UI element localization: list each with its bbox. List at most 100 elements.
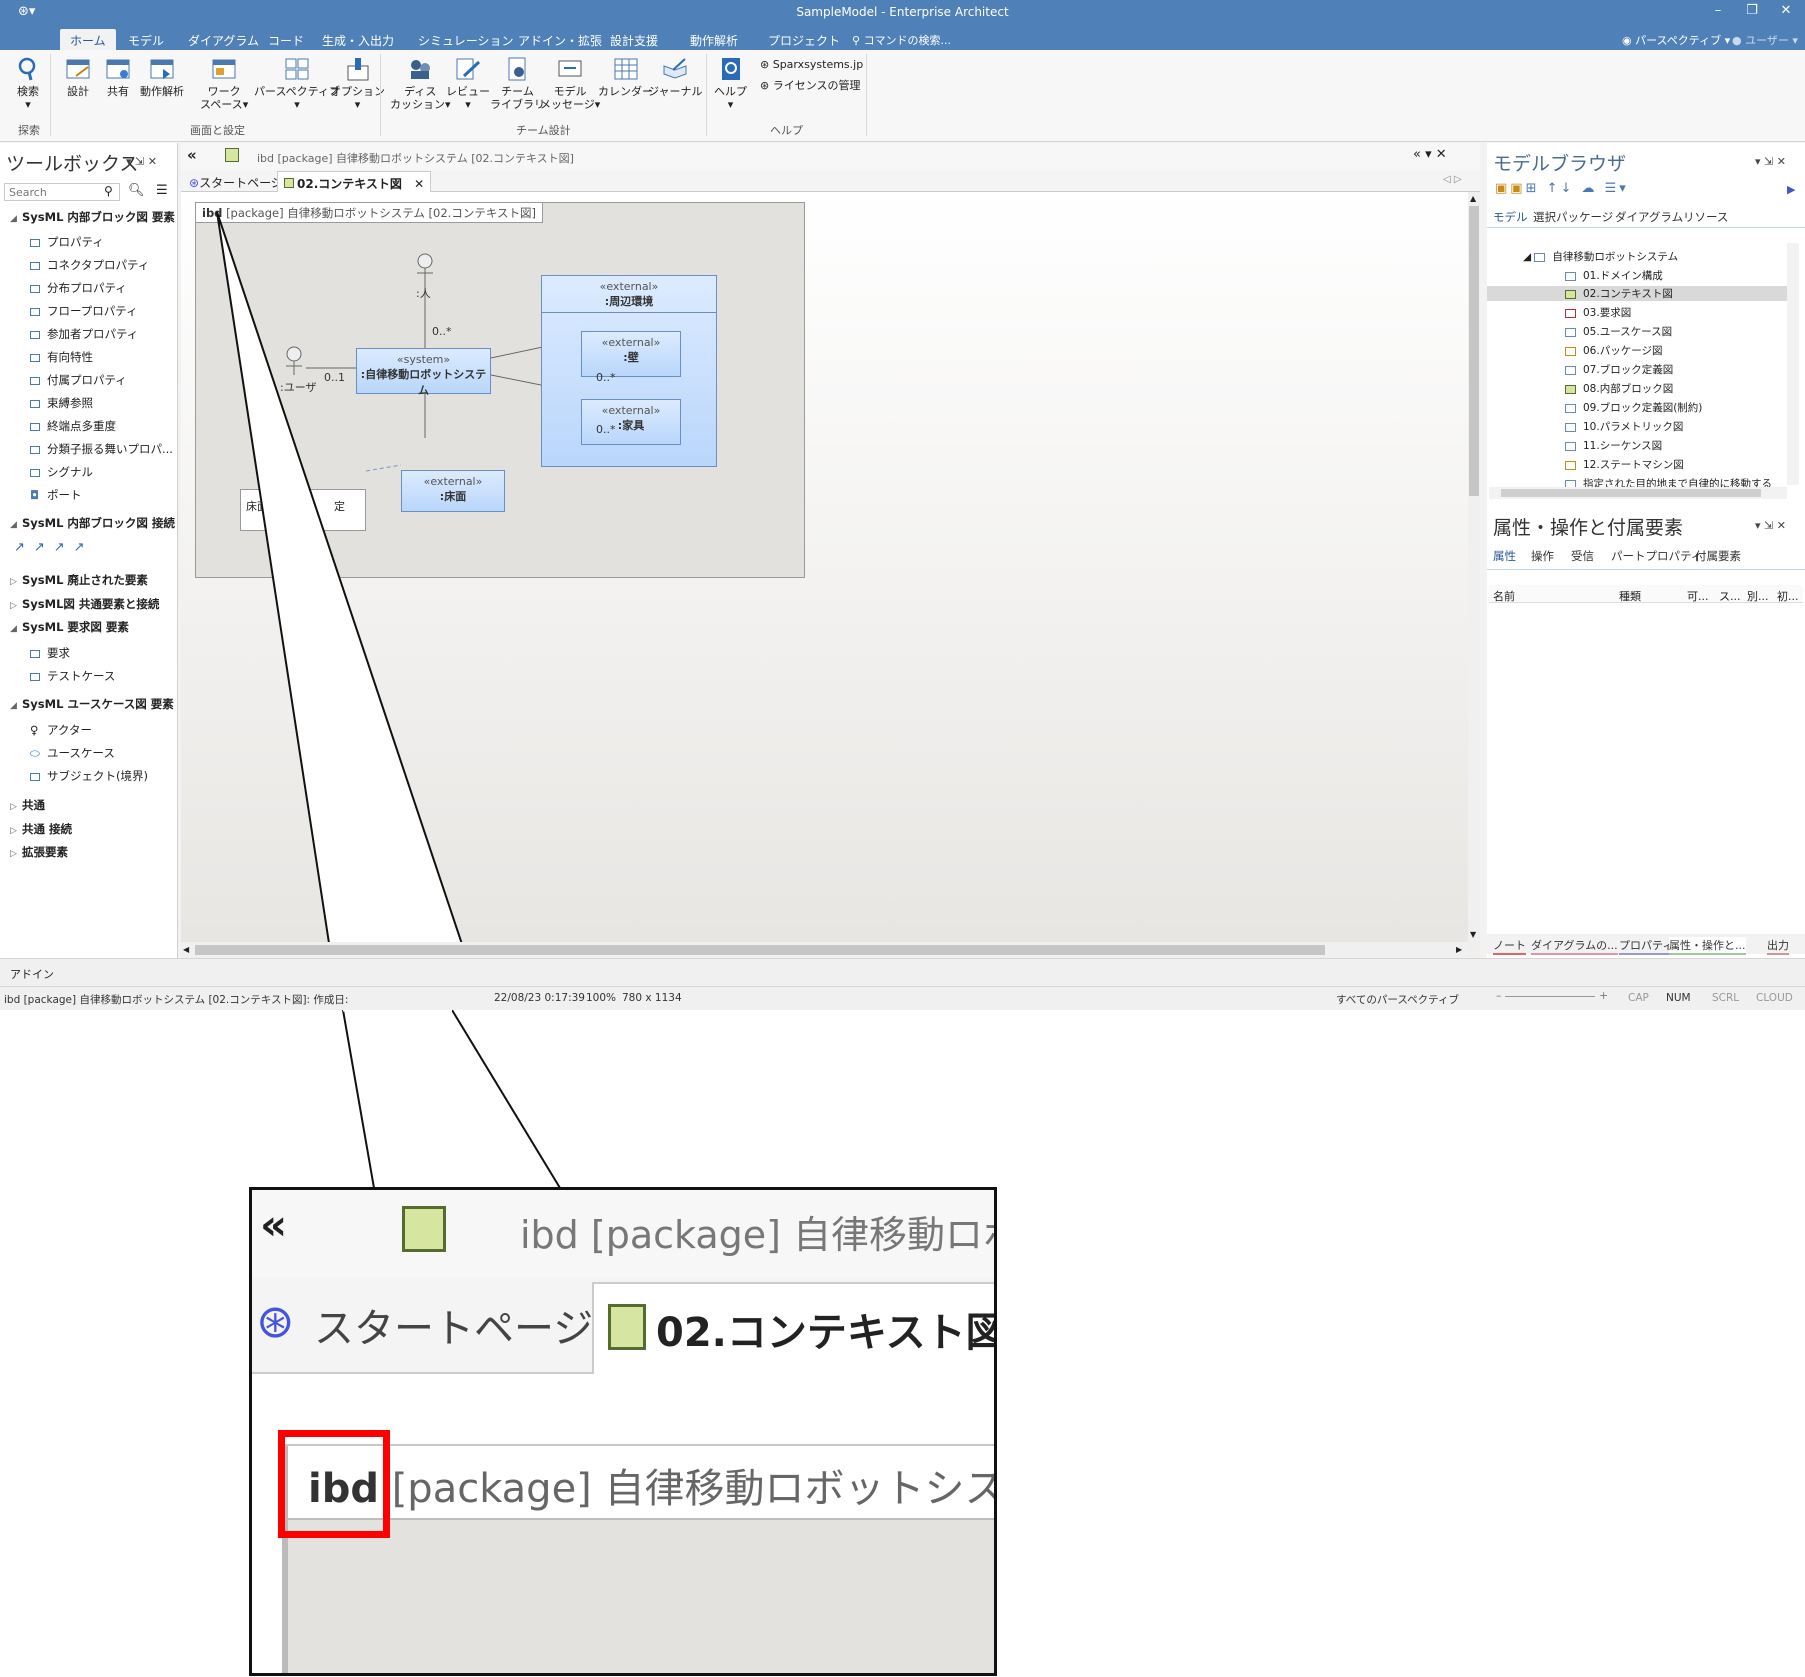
toolbox-item[interactable]: ◘ ポート — [30, 487, 82, 503]
toolbox-item[interactable]: プロパティ — [30, 234, 104, 250]
close-tab-icon[interactable]: ✕ — [414, 177, 424, 191]
browser-tab-selected-package[interactable]: 選択パッケージ — [1533, 209, 1613, 225]
tree-item[interactable]: 07.ブロック定義図 — [1565, 362, 1673, 377]
bottom-tab-properties[interactable]: プロパティ — [1619, 937, 1674, 955]
toolbox-item[interactable]: フロープロパティ — [30, 303, 138, 319]
props-tab-receptions[interactable]: 受信 — [1571, 548, 1594, 564]
perspective-menu[interactable]: ◉ パースペクティブ ▾ — [1622, 32, 1730, 48]
browser-horizontal-scrollbar[interactable] — [1489, 487, 1787, 499]
team-library-button[interactable]: チーム ライブラリ — [490, 56, 545, 111]
hamburger-menu-icon[interactable]: ☰ — [156, 183, 168, 198]
tab-model[interactable]: モデル — [118, 29, 174, 50]
scroll-thumb[interactable] — [195, 945, 1325, 955]
props-tab-operations[interactable]: 操作 — [1531, 548, 1554, 564]
props-tab-embedded[interactable]: 付属要素 — [1695, 548, 1741, 564]
tree-item[interactable]: 12.ステートマシン図 — [1565, 457, 1684, 472]
column-header[interactable]: 名前 — [1493, 588, 1515, 604]
journal-button[interactable]: ジャーナル — [648, 56, 702, 98]
column-header[interactable]: 種類 — [1619, 588, 1641, 604]
toolbox-panel-controls[interactable]: ▾ ⇲ ✕ — [126, 155, 157, 168]
tree-item[interactable]: 09.ブロック定義図(制約) — [1565, 400, 1702, 415]
toolbox-section-deprecated[interactable]: ▷ SysML 廃止された要素 — [10, 572, 148, 588]
toolbox-section-common[interactable]: ▷ 共通 — [10, 797, 45, 813]
header-controls[interactable]: « ▾ ✕ — [1413, 147, 1447, 162]
diagram-canvas[interactable]: ibd [package] 自律移動ロボットシステム [02.コンテキスト図] — [181, 192, 1468, 1010]
toolbox-item[interactable]: ⬭ ユースケース — [30, 745, 115, 761]
addin-label[interactable]: アドイン — [10, 966, 54, 982]
connector-tool-icons[interactable]: ↗↗↗↗ — [14, 540, 94, 555]
toolbox-item[interactable]: 付属プロパティ — [30, 372, 127, 388]
sparx-link[interactable]: ⊛ Sparxsystems.jp — [760, 58, 863, 71]
tree-item[interactable]: 06.パッケージ図 — [1565, 343, 1663, 358]
toolbox-item[interactable]: コネクタプロパティ — [30, 257, 149, 273]
search-button[interactable]: 検索 ▾ — [14, 56, 42, 111]
browser-toolbar[interactable]: ▣▣⊞ ↑↓ ☁ ☰▾ — [1495, 181, 1629, 196]
tab-analysis[interactable]: 動作解析 — [680, 29, 748, 50]
props-tab-part-properties[interactable]: パートプロパティ — [1611, 548, 1702, 564]
review-button[interactable]: レビュー ▾ — [446, 56, 490, 111]
bottom-tab-notes[interactable]: ノート — [1493, 937, 1526, 955]
column-header[interactable]: 可... — [1687, 588, 1709, 604]
scroll-thumb[interactable] — [1501, 489, 1761, 497]
column-header[interactable]: ス... — [1719, 588, 1741, 604]
toolbox-item[interactable]: 分類子振る舞いプロパ... — [30, 441, 173, 457]
toolbox-item[interactable]: ♀ アクター — [30, 722, 92, 738]
column-header[interactable]: 初... — [1777, 588, 1799, 604]
tree-root[interactable]: ◢ 自律移動ロボットシステム — [1523, 249, 1678, 264]
tree-item[interactable]: 11.シーケンス図 — [1565, 438, 1662, 453]
tree-item[interactable]: 10.パラメトリック図 — [1565, 419, 1683, 434]
model-messenger-button[interactable]: モデル メッセージ▾ — [540, 56, 600, 111]
toolbox-section-ibd-elements[interactable]: ◢ SysML 内部ブロック図 要素 — [10, 209, 175, 225]
collapse-double-chevron-icon[interactable]: « — [187, 146, 197, 164]
perspective-button[interactable]: パースペクティブ ▾ — [254, 56, 340, 111]
toolbox-item[interactable]: テストケース — [30, 668, 115, 684]
scroll-thumb[interactable] — [1469, 206, 1479, 496]
vertical-scrollbar[interactable]: ▲ ▼ — [1468, 192, 1480, 942]
browser-tab-resource[interactable]: リソース — [1683, 209, 1728, 225]
toolbox-item[interactable]: 束縛参照 — [30, 395, 93, 411]
tab-start-page[interactable]: ⊛スタートページ — [183, 171, 289, 192]
tree-item[interactable]: 05.ユースケース図 — [1565, 324, 1672, 339]
analysis-button[interactable]: 動作解析 — [140, 56, 184, 98]
share-button[interactable]: 共有 — [104, 56, 132, 98]
toolbox-search-input[interactable]: Search — [4, 183, 120, 201]
tab-home[interactable]: ホーム — [60, 29, 116, 50]
workspace-button[interactable]: ワーク スペース▾ — [200, 56, 248, 111]
close-button[interactable]: ✕ — [1774, 3, 1798, 18]
scroll-up-arrow-icon[interactable]: ▲ — [1470, 194, 1476, 203]
tab-diagram[interactable]: ダイアグラム — [178, 29, 269, 50]
discussion-button[interactable]: ディス カッション▾ — [390, 56, 451, 111]
tree-item[interactable]: 03.要求図 — [1565, 305, 1631, 320]
options-button[interactable]: オプション ▾ — [330, 56, 385, 111]
tab-design-support[interactable]: 設計支援 — [600, 29, 668, 50]
tab-context-diagram[interactable]: 02.コンテキスト図 ✕ — [277, 171, 432, 192]
toolbox-section-ibd-connectors[interactable]: ◢ SysML 内部ブロック図 接続 — [10, 515, 175, 531]
toolbox-section-usecase[interactable]: ◢ SysML ユースケース図 要素 — [10, 696, 174, 712]
browser-panel-controls[interactable]: ▾ ⇲ ✕ — [1755, 155, 1786, 168]
find-icon[interactable]: 🔍︎ — [128, 183, 145, 198]
command-search[interactable]: ⚲ コマンドの検索... — [852, 32, 951, 48]
browser-tab-diagram[interactable]: ダイアグラム — [1615, 209, 1683, 225]
tree-item-selected[interactable]: 02.コンテキスト図 — [1487, 286, 1787, 301]
props-tab-attributes[interactable]: 属性 — [1493, 548, 1516, 564]
scroll-right-arrow-icon[interactable]: ▶ — [1456, 945, 1462, 954]
calendar-button[interactable]: カレンダー — [598, 56, 653, 98]
license-link[interactable]: ⊛ ライセンスの管理 — [760, 77, 861, 93]
user-menu[interactable]: ● ユーザー ▾ — [1732, 32, 1798, 48]
toolbox-section-common-connectors[interactable]: ▷ 共通 接続 — [10, 821, 72, 837]
tab-project[interactable]: プロジェクト — [758, 29, 850, 50]
scroll-left-arrow-icon[interactable]: ◀ — [183, 945, 189, 954]
restore-button[interactable]: ❐ — [1740, 3, 1764, 18]
column-header[interactable]: 別... — [1747, 588, 1769, 604]
toolbox-item[interactable]: 有向特性 — [30, 349, 93, 365]
tab-addin[interactable]: アドイン・拡張 — [508, 29, 612, 50]
bottom-tab-attributes[interactable]: 属性・操作と... — [1669, 937, 1746, 955]
toolbox-item[interactable]: 参加者プロパティ — [30, 326, 138, 342]
horizontal-scrollbar[interactable]: ◀ ▶ — [181, 942, 1468, 958]
tab-simulation[interactable]: シミュレーション — [408, 29, 524, 50]
tab-code[interactable]: コード — [258, 29, 314, 50]
browser-tab-model[interactable]: モデル — [1493, 209, 1528, 225]
scroll-down-arrow-icon[interactable]: ▼ — [1470, 930, 1476, 939]
toolbox-section-requirements[interactable]: ◢ SysML 要求図 要素 — [10, 619, 129, 635]
zoom-slider[interactable]: – + — [1496, 990, 1608, 1002]
